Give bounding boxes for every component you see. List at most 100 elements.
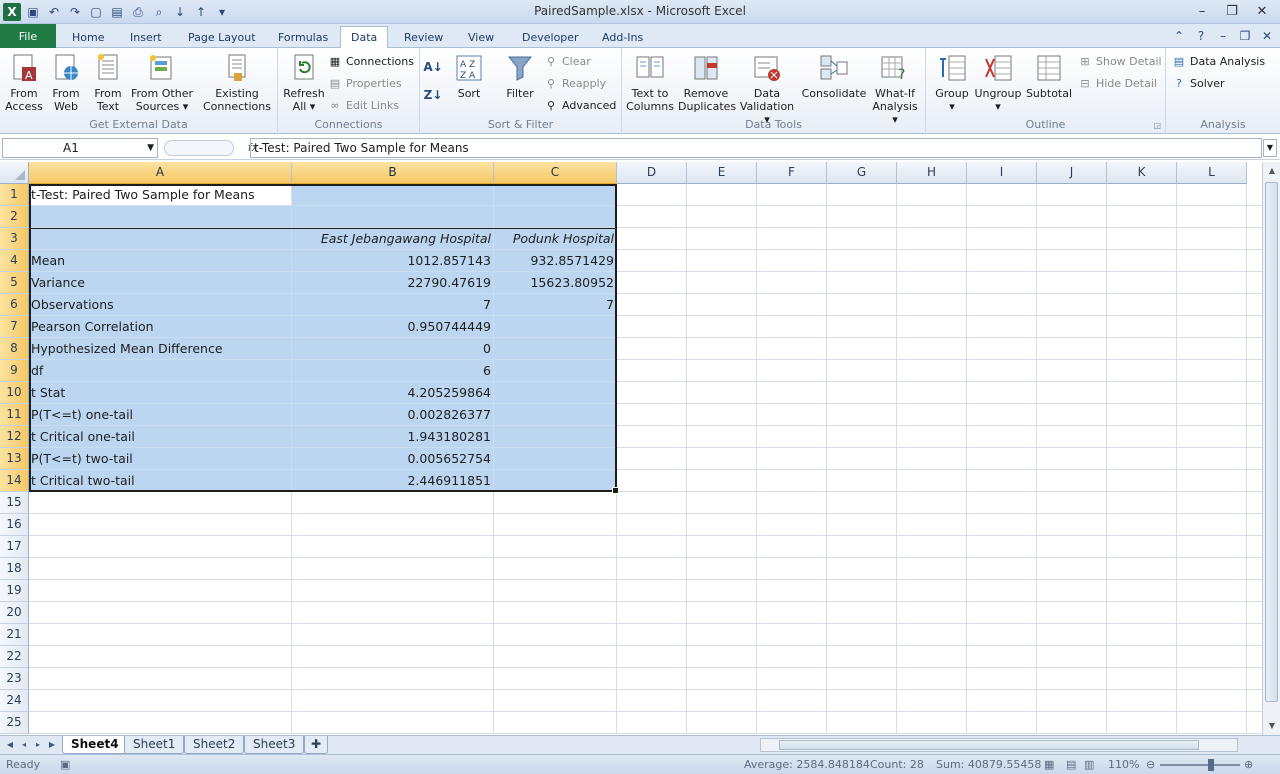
cell-empty[interactable]: [617, 646, 687, 668]
cell-c22[interactable]: [494, 646, 617, 668]
sort-a-z-button[interactable]: A↓: [423, 58, 442, 76]
cell-c17[interactable]: [494, 536, 617, 558]
cell-empty[interactable]: [687, 668, 757, 690]
cell-empty[interactable]: [897, 206, 967, 228]
cell-b24[interactable]: [292, 690, 494, 712]
cell-b20[interactable]: [292, 602, 494, 624]
cell-b11[interactable]: 0.002826377: [292, 404, 494, 426]
row-header[interactable]: 25: [0, 712, 29, 734]
cell-empty[interactable]: [687, 690, 757, 712]
cell-c24[interactable]: [494, 690, 617, 712]
cell-empty[interactable]: [967, 624, 1037, 646]
macro-record-icon[interactable]: ▣: [60, 758, 70, 771]
cell-empty[interactable]: [617, 250, 687, 272]
cell-empty[interactable]: [897, 184, 967, 206]
cell-empty[interactable]: [687, 360, 757, 382]
cell-empty[interactable]: [1177, 184, 1247, 206]
cell-empty[interactable]: [1247, 382, 1262, 404]
row-header[interactable]: 19: [0, 580, 29, 602]
from-web-button[interactable]: From Web: [46, 52, 86, 113]
formula-bar-splitter[interactable]: [164, 140, 234, 156]
cell-empty[interactable]: [1247, 624, 1262, 646]
cell-a7[interactable]: Pearson Correlation: [29, 316, 292, 338]
column-header-j[interactable]: J: [1037, 162, 1107, 184]
row-header[interactable]: 6: [0, 294, 29, 316]
cell-empty[interactable]: [1107, 206, 1177, 228]
cell-empty[interactable]: [897, 360, 967, 382]
column-header-l[interactable]: L: [1177, 162, 1247, 184]
cell-c18[interactable]: [494, 558, 617, 580]
select-all-button[interactable]: [0, 162, 29, 184]
cell-c25[interactable]: [494, 712, 617, 734]
cell-a18[interactable]: [29, 558, 292, 580]
cell-empty[interactable]: [687, 316, 757, 338]
minimize-icon[interactable]: –: [1188, 2, 1216, 20]
last-sheet-icon[interactable]: ▶: [46, 738, 58, 752]
cell-empty[interactable]: [1107, 272, 1177, 294]
what-if-analysis-button[interactable]: ? What-If Analysis ▾: [868, 52, 922, 126]
cell-empty[interactable]: [1037, 690, 1107, 712]
cell-empty[interactable]: [1177, 448, 1247, 470]
cell-empty[interactable]: [967, 558, 1037, 580]
cell-empty[interactable]: [1247, 206, 1262, 228]
cell-b10[interactable]: 4.205259864: [292, 382, 494, 404]
cell-empty[interactable]: [1247, 316, 1262, 338]
column-header-c[interactable]: C: [494, 162, 617, 184]
cell-empty[interactable]: [897, 712, 967, 734]
cell-empty[interactable]: [1107, 184, 1177, 206]
chevron-down-icon[interactable]: ▼: [147, 139, 154, 157]
show-detail-button[interactable]: ⊞ Show Detail: [1078, 52, 1161, 70]
cell-empty[interactable]: [827, 338, 897, 360]
text-to-columns-button[interactable]: Text to Columns: [626, 52, 674, 113]
cell-empty[interactable]: [757, 404, 827, 426]
cell-empty[interactable]: [1247, 668, 1262, 690]
cell-c9[interactable]: [494, 360, 617, 382]
cell-empty[interactable]: [617, 338, 687, 360]
row-header[interactable]: 9: [0, 360, 29, 382]
cell-empty[interactable]: [1247, 426, 1262, 448]
cell-a10[interactable]: t Stat: [29, 382, 292, 404]
cell-a22[interactable]: [29, 646, 292, 668]
cell-c19[interactable]: [494, 580, 617, 602]
cell-empty[interactable]: [617, 360, 687, 382]
data-validation-button[interactable]: Data Validation ▾: [736, 52, 798, 126]
hide-detail-button[interactable]: ⊟ Hide Detail: [1078, 74, 1157, 92]
cell-a11[interactable]: P(T<=t) one-tail: [29, 404, 292, 426]
cell-empty[interactable]: [1037, 624, 1107, 646]
cell-empty[interactable]: [897, 624, 967, 646]
cell-c8[interactable]: [494, 338, 617, 360]
cell-c6[interactable]: 7: [494, 294, 617, 316]
from-other-sources-button[interactable]: From Other Sources ▾: [130, 52, 194, 113]
cell-a2[interactable]: [29, 206, 292, 228]
tab-view[interactable]: View: [458, 26, 504, 48]
cell-empty[interactable]: [1247, 602, 1262, 624]
prev-sheet-icon[interactable]: ◂: [18, 738, 30, 752]
cell-empty[interactable]: [897, 514, 967, 536]
column-header-a[interactable]: A: [29, 162, 292, 184]
cell-empty[interactable]: [897, 228, 967, 250]
consolidate-button[interactable]: Consolidate: [800, 52, 868, 100]
cell-empty[interactable]: [1037, 250, 1107, 272]
cell-a25[interactable]: [29, 712, 292, 734]
cell-empty[interactable]: [1177, 668, 1247, 690]
cell-empty[interactable]: [687, 646, 757, 668]
name-box[interactable]: A1 ▼: [2, 138, 158, 158]
normal-view-icon[interactable]: ▦: [1044, 758, 1054, 771]
cell-a14[interactable]: t Critical two-tail: [29, 470, 292, 492]
cell-empty[interactable]: [1037, 184, 1107, 206]
cell-empty[interactable]: [967, 580, 1037, 602]
cell-empty[interactable]: [1107, 360, 1177, 382]
cell-empty[interactable]: [1177, 690, 1247, 712]
cell-empty[interactable]: [757, 448, 827, 470]
cell-empty[interactable]: [1177, 338, 1247, 360]
row-header[interactable]: 2: [0, 206, 29, 228]
sort-z-a-button[interactable]: Z↓: [424, 86, 443, 104]
advanced-button[interactable]: ⚲ Advanced: [544, 96, 616, 114]
cell-empty[interactable]: [1107, 558, 1177, 580]
zoom-out-icon[interactable]: ⊖: [1146, 758, 1155, 771]
row-header[interactable]: 24: [0, 690, 29, 712]
cell-empty[interactable]: [1177, 228, 1247, 250]
cell-empty[interactable]: [1247, 272, 1262, 294]
cell-empty[interactable]: [1037, 404, 1107, 426]
cell-empty[interactable]: [897, 558, 967, 580]
